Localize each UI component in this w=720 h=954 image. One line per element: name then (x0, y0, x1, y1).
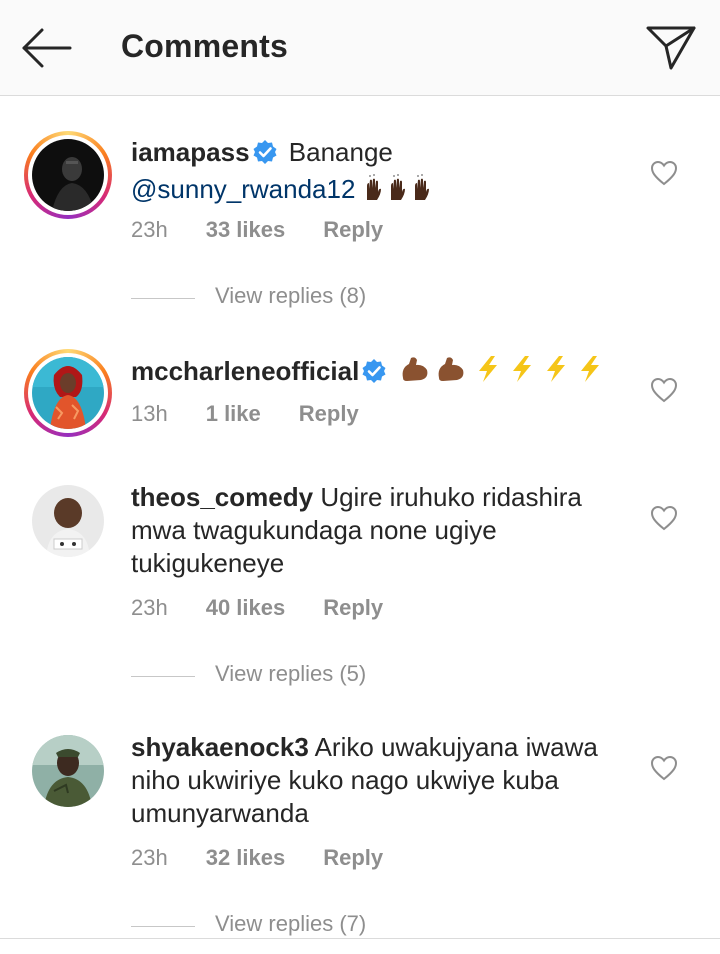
reply-button[interactable]: Reply (299, 401, 359, 426)
comment-time: 23h (131, 217, 168, 242)
comment-time: 13h (131, 401, 168, 426)
likes-count[interactable]: 33 likes (206, 217, 286, 242)
bottom-divider (0, 938, 720, 939)
paper-plane-icon[interactable] (644, 22, 698, 72)
page-title: Comments (121, 28, 288, 64)
comment-text: shyakaenock3 Ariko uwakujyana iwawa niho… (131, 731, 631, 830)
heart-icon[interactable] (650, 755, 678, 781)
comment-meta: 23h 32 likes Reply (131, 845, 421, 871)
avatar[interactable] (32, 735, 104, 807)
heart-icon[interactable] (650, 505, 678, 531)
comment-text: iamapass Banange @sunny_rwanda12 (131, 136, 631, 210)
emoji-text (363, 174, 443, 210)
comment-username[interactable]: iamapass (131, 137, 250, 167)
comment-meta: 23h 33 likes Reply (131, 217, 421, 243)
comment-time: 23h (131, 845, 168, 870)
reply-button[interactable]: Reply (323, 845, 383, 870)
comment-username[interactable]: mccharleneofficial (131, 356, 359, 386)
view-replies-label: View replies (7) (215, 911, 367, 936)
view-replies-label: View replies (5) (215, 661, 367, 686)
heart-icon[interactable] (650, 377, 678, 403)
top-bar: Comments (0, 0, 720, 96)
likes-count[interactable]: 1 like (206, 401, 261, 426)
comment-username[interactable]: shyakaenock3 (131, 732, 309, 762)
avatar[interactable] (24, 349, 112, 437)
avatar[interactable] (24, 131, 112, 219)
avatar[interactable] (32, 485, 104, 557)
comment-text: mccharleneofficial (131, 354, 631, 392)
reply-divider (131, 926, 195, 927)
reply-divider (131, 676, 195, 677)
emoji-text (399, 354, 609, 392)
comment-body: Banange (288, 137, 393, 167)
comment-username[interactable]: theos_comedy (131, 482, 313, 512)
reply-button[interactable]: Reply (323, 217, 383, 242)
likes-count[interactable]: 40 likes (206, 595, 286, 620)
heart-icon[interactable] (650, 160, 678, 186)
comment-time: 23h (131, 595, 168, 620)
view-replies-label: View replies (8) (215, 283, 367, 308)
likes-count[interactable]: 32 likes (206, 845, 286, 870)
comment-text: theos_comedy Ugire iruhuko ridashira mwa… (131, 481, 631, 580)
comment-meta: 13h 1 like Reply (131, 401, 397, 427)
back-arrow-icon[interactable] (20, 26, 74, 70)
reply-divider (131, 298, 195, 299)
mention-link[interactable]: @sunny_rwanda12 (131, 174, 355, 204)
verified-badge-icon (252, 139, 278, 173)
comment-meta: 23h 40 likes Reply (131, 595, 421, 621)
reply-button[interactable]: Reply (323, 595, 383, 620)
verified-badge-icon (361, 358, 387, 392)
